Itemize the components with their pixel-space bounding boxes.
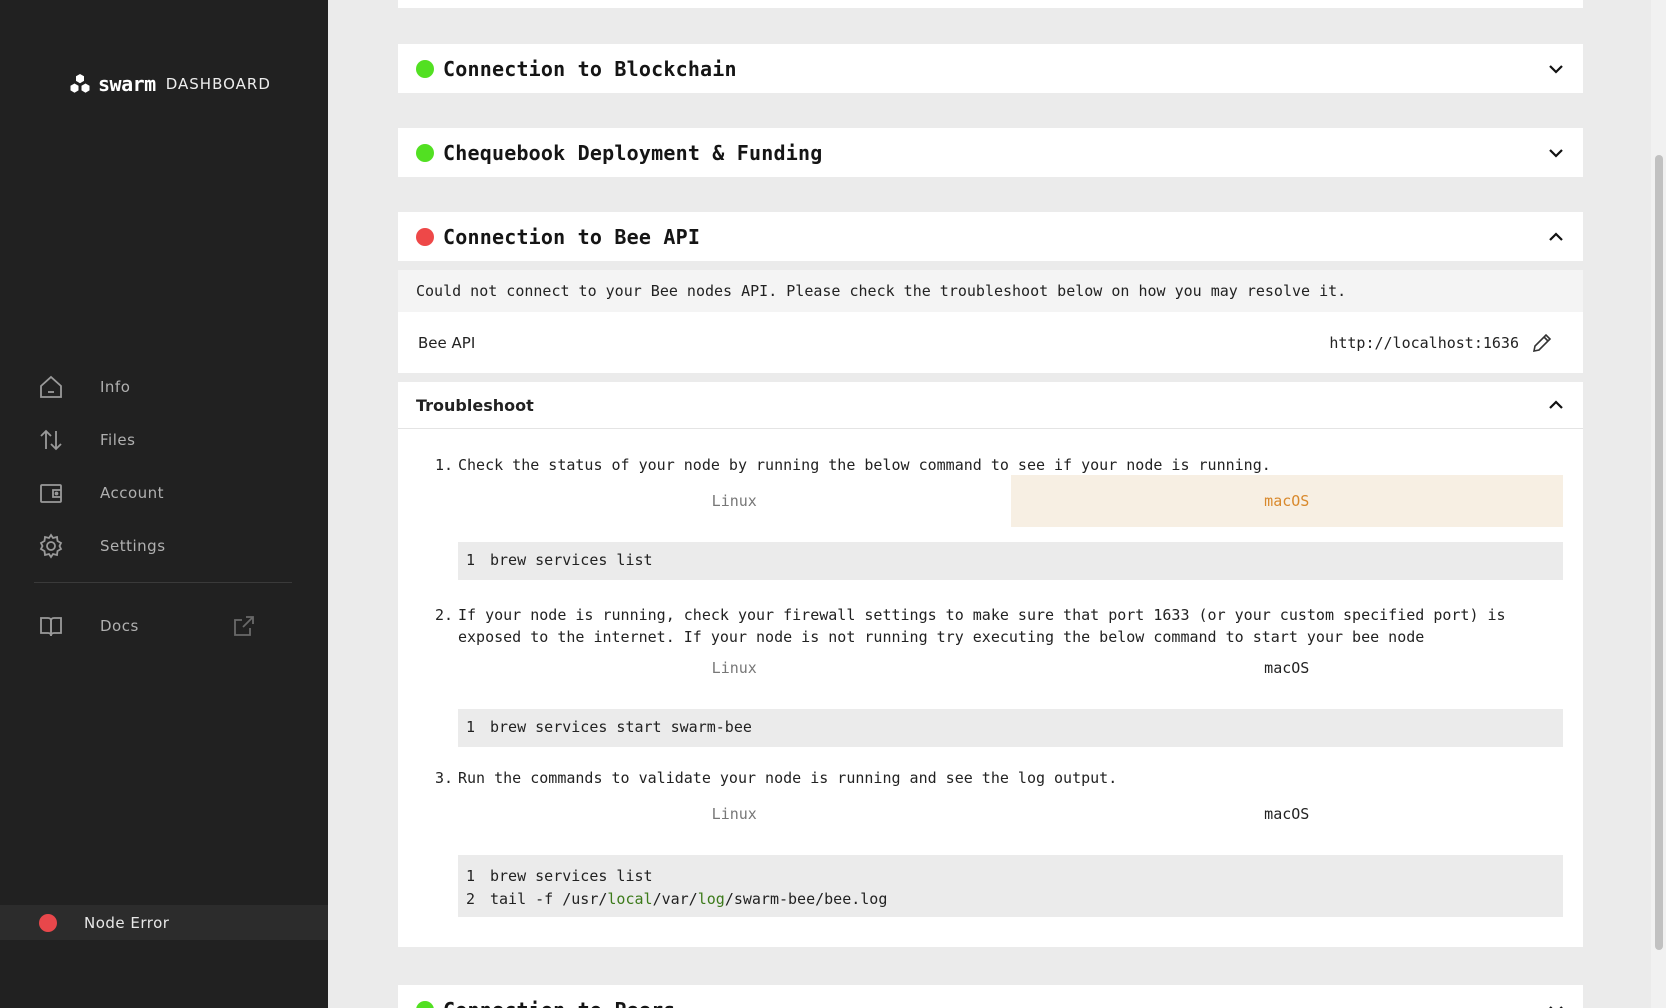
accordion-title: Connection to Bee API [443, 224, 701, 249]
node-status-label: Node Error [84, 913, 170, 932]
accordion-blockchain[interactable]: Connection to Blockchain [398, 44, 1583, 93]
code-text-c: /var/ [652, 890, 698, 908]
code-text: brew services list [490, 867, 653, 885]
gear-icon [39, 532, 63, 559]
tab-linux[interactable]: Linux [458, 475, 1011, 527]
sidebar-item-label: Account [100, 483, 165, 502]
code-line: 1 brew services list [466, 867, 653, 885]
troubleshoot-header[interactable]: Troubleshoot [398, 382, 1583, 429]
step-number: 1. [435, 456, 454, 474]
chevron-up-icon[interactable] [1547, 396, 1565, 414]
accordion-chequebook[interactable]: Chequebook Deployment & Funding [398, 128, 1583, 177]
tab-macos[interactable]: macOS [1011, 788, 1564, 840]
os-tabs-step-3: Linux macOS [458, 788, 1563, 840]
chevron-up-icon[interactable] [1547, 228, 1565, 246]
troubleshoot-panel: Troubleshoot 1. Check the status of your… [398, 382, 1583, 947]
bee-api-row: Bee API http://localhost:1636 [398, 312, 1583, 373]
accordion-header[interactable]: Chequebook Deployment & Funding [398, 128, 1583, 177]
accordion-bee-api[interactable]: Connection to Bee API [398, 212, 1583, 261]
sidebar: swarm DASHBOARD Info Files Account Setti… [0, 0, 328, 1008]
sidebar-item-label: Files [100, 430, 136, 449]
sidebar-item-label: Settings [100, 536, 166, 555]
nav-divider [34, 582, 292, 583]
chevron-down-icon[interactable] [1547, 60, 1565, 78]
swarm-logo-icon [70, 74, 90, 93]
accordion-title: Connection to Peers [443, 998, 676, 1008]
accordion-title: Connection to Blockchain [443, 56, 737, 81]
status-dot-ok [416, 1000, 434, 1008]
step-text: Run the commands to validate your node i… [458, 769, 1118, 787]
sidebar-item-info[interactable]: Info [0, 360, 328, 413]
transfer-icon [40, 429, 62, 450]
step-number: 3. [435, 769, 454, 787]
code-block-step-3: 1 brew services list 2 tail -f /usr/local/… [458, 855, 1563, 917]
wallet-icon [40, 483, 62, 503]
code-block-step-2: 1 brew services start swarm-bee [458, 709, 1563, 747]
book-icon [40, 616, 62, 636]
scrollbar-thumb[interactable] [1655, 155, 1663, 950]
sidebar-item-docs[interactable]: Docs [0, 599, 328, 652]
code-keyword: local [607, 890, 653, 908]
accordion-title: Chequebook Deployment & Funding [443, 140, 823, 165]
status-dot-error [416, 227, 434, 246]
chevron-down-icon[interactable] [1547, 1001, 1565, 1008]
tab-macos[interactable]: macOS [1010, 475, 1563, 527]
bee-api-error-message: Could not connect to your Bee nodes API.… [398, 270, 1583, 312]
external-link-icon [234, 615, 254, 636]
chevron-down-icon[interactable] [1547, 144, 1565, 162]
accordion-header[interactable]: Connection to Blockchain [398, 44, 1583, 93]
pencil-icon[interactable] [1531, 332, 1553, 354]
node-status-dot [39, 913, 57, 932]
tab-linux[interactable]: Linux [458, 642, 1011, 694]
bee-api-value: http://localhost:1636 [1329, 333, 1519, 352]
step-number: 2. [435, 606, 454, 624]
os-tabs-step-1: Linux macOS [458, 475, 1563, 527]
accordion-header[interactable]: Connection to Bee API [398, 212, 1583, 261]
tab-macos[interactable]: macOS [1011, 642, 1564, 694]
node-status[interactable]: Node Error [0, 905, 328, 940]
code-line: 2 tail -f /usr/local/var/log/swarm-bee/be… [466, 890, 888, 908]
logo-word: swarm [98, 72, 156, 96]
tab-linux[interactable]: Linux [458, 788, 1011, 840]
sidebar-item-label: Info [100, 377, 131, 396]
code-text-e: /swarm-bee/bee.log [724, 890, 888, 908]
code-text-a: tail -f /usr/ [490, 890, 608, 908]
code-block-step-1: 1 brew services list [458, 542, 1563, 580]
accordion-header[interactable]: Connection to Peers [398, 985, 1583, 1008]
code-keyword: log [697, 890, 725, 908]
accordion-peers[interactable]: Connection to Peers [398, 985, 1583, 1008]
bee-api-label: Bee API [418, 333, 476, 352]
sidebar-item-settings[interactable]: Settings [0, 519, 328, 572]
swarm-logo[interactable]: swarm DASHBOARD [68, 72, 271, 96]
code-line: 1 brew services list [466, 551, 653, 569]
troubleshoot-title: Troubleshoot [416, 395, 534, 415]
previous-panel [398, 0, 1583, 8]
home-icon [40, 375, 62, 398]
step-text: Check the status of your node by running… [458, 456, 1271, 474]
logo-subtitle: DASHBOARD [165, 75, 271, 93]
status-dot-ok [416, 143, 434, 162]
troubleshoot-step-3: 3. Run the commands to validate your nod… [435, 767, 1565, 789]
code-line: 1 brew services start swarm-bee [466, 718, 752, 736]
os-tabs-step-2: Linux macOS [458, 642, 1563, 694]
sidebar-item-files[interactable]: Files [0, 413, 328, 466]
troubleshoot-step-1: 1. Check the status of your node by runn… [435, 454, 1565, 476]
sidebar-item-account[interactable]: Account [0, 466, 328, 519]
status-dot-ok [416, 59, 434, 78]
code-text: brew services start swarm-bee [490, 718, 752, 736]
code-text: brew services list [490, 551, 653, 569]
sidebar-item-label: Docs [100, 616, 139, 635]
sidebar-nav: Info Files Account Settings Docs [0, 360, 328, 652]
